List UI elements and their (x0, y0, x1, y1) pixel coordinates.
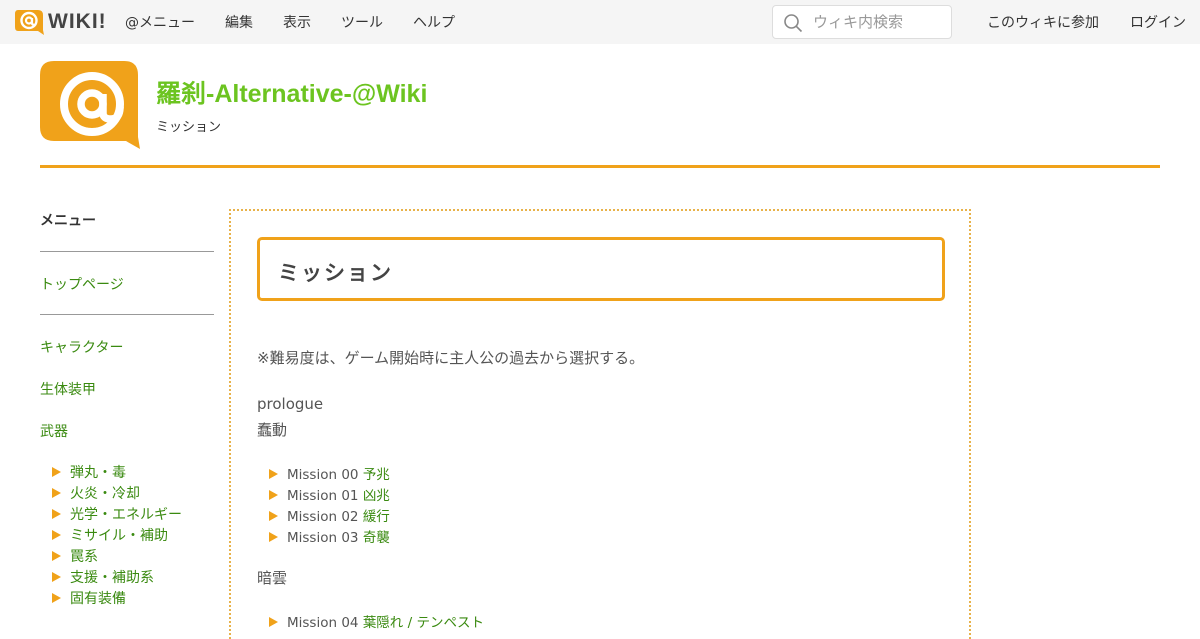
page-heading-box: ミッション (257, 237, 945, 301)
mission-link[interactable]: 予兆 (363, 467, 390, 483)
page-subtitle: ミッション (156, 120, 222, 135)
sidebar-divider (40, 251, 214, 252)
at-logo-icon (15, 10, 44, 35)
triangle-bullet-icon (269, 532, 278, 542)
wiki-search-box (772, 5, 952, 39)
search-icon[interactable] (783, 13, 803, 33)
triangle-bullet-icon (52, 488, 61, 498)
page-heading: ミッション (278, 261, 393, 285)
sidebar-item-top-page[interactable]: トップページ (40, 274, 124, 294)
triangle-bullet-icon (52, 530, 61, 540)
join-wiki-link[interactable]: このウィキに参加 (987, 0, 1099, 44)
triangle-bullet-icon (269, 511, 278, 521)
menu-tools[interactable]: ツール (341, 0, 383, 44)
logo-text: WIKI! (48, 10, 107, 33)
list-item: Mission 04 葉隠れ / テンペスト (269, 611, 484, 631)
sidebar-item-weapons[interactable]: 武器 (40, 421, 68, 441)
sidebar-subitem[interactable]: 弾丸・毒 (52, 462, 126, 482)
menu-view[interactable]: 表示 (283, 0, 311, 44)
sidebar-item-characters[interactable]: キャラクター (40, 337, 123, 357)
list-item: Mission 00 予兆 (269, 463, 390, 483)
mission-link[interactable]: 葉隠れ / テンペスト (363, 615, 484, 631)
sidebar-title: メニュー (40, 213, 96, 229)
mission-link[interactable]: 凶兆 (363, 488, 390, 504)
triangle-bullet-icon (52, 593, 61, 603)
section-heading: 暗雲 (257, 569, 288, 587)
top-bar: WIKI! @メニュー 編集 表示 ツール ヘルプ このウィキに参加 ログイン (0, 0, 1200, 44)
list-item: Mission 02 緩行 (269, 505, 390, 525)
list-item: Mission 03 奇襲 (269, 526, 390, 546)
sidebar-item-bio-armor[interactable]: 生体装甲 (40, 379, 96, 399)
triangle-bullet-icon (269, 469, 278, 479)
sidebar-subitem[interactable]: 固有装備 (52, 588, 126, 608)
sidebar-subitem[interactable]: ミサイル・補助 (52, 525, 168, 545)
triangle-bullet-icon (52, 551, 61, 561)
difficulty-note: ※難易度は、ゲーム開始時に主人公の過去から選択する。 (257, 349, 645, 367)
prologue-label: prologue (257, 395, 324, 413)
triangle-bullet-icon (52, 467, 61, 477)
sidebar-subitem[interactable]: 火炎・冷却 (52, 483, 140, 503)
main-content: ミッション ※難易度は、ゲーム開始時に主人公の過去から選択する。 prologu… (229, 209, 971, 639)
section-heading: 蠢動 (257, 421, 288, 439)
triangle-bullet-icon (52, 572, 61, 582)
mission-link[interactable]: 緩行 (363, 509, 390, 525)
atwiki-logo[interactable]: WIKI! (14, 9, 107, 35)
search-input[interactable] (813, 12, 945, 32)
sidebar-divider (40, 314, 214, 315)
sidebar-subitem[interactable]: 光学・エネルギー (52, 504, 182, 524)
triangle-bullet-icon (269, 490, 278, 500)
sidebar-subitem[interactable]: 支援・補助系 (52, 567, 154, 587)
menu-at-menu[interactable]: @メニュー (125, 0, 195, 44)
wiki-at-icon (40, 61, 140, 149)
login-link[interactable]: ログイン (1130, 0, 1186, 44)
menu-edit[interactable]: 編集 (225, 0, 253, 44)
sidebar-subitem[interactable]: 罠系 (52, 546, 98, 566)
triangle-bullet-icon (269, 617, 278, 627)
menu-help[interactable]: ヘルプ (413, 0, 455, 44)
mission-link[interactable]: 奇襲 (363, 530, 390, 546)
list-item: Mission 01 凶兆 (269, 484, 390, 504)
site-title[interactable]: 羅刹-Alternative-@Wiki (156, 74, 427, 110)
header-divider (40, 165, 1160, 168)
triangle-bullet-icon (52, 509, 61, 519)
